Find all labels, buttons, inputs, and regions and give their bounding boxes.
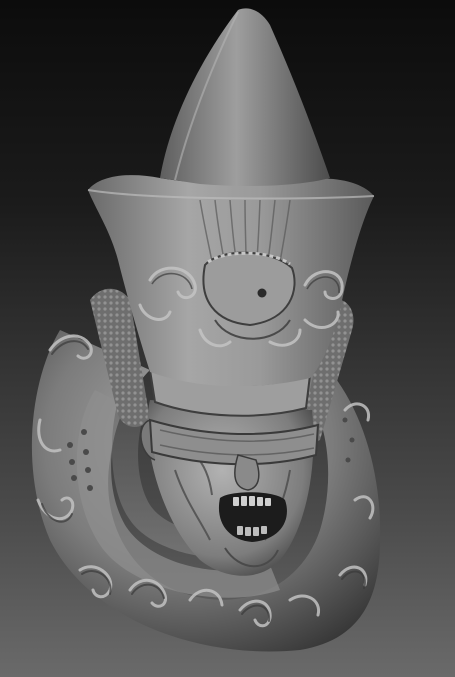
blindfolded-face xyxy=(140,400,320,576)
render-viewport xyxy=(0,0,455,677)
sculpt-illustration xyxy=(31,8,381,652)
